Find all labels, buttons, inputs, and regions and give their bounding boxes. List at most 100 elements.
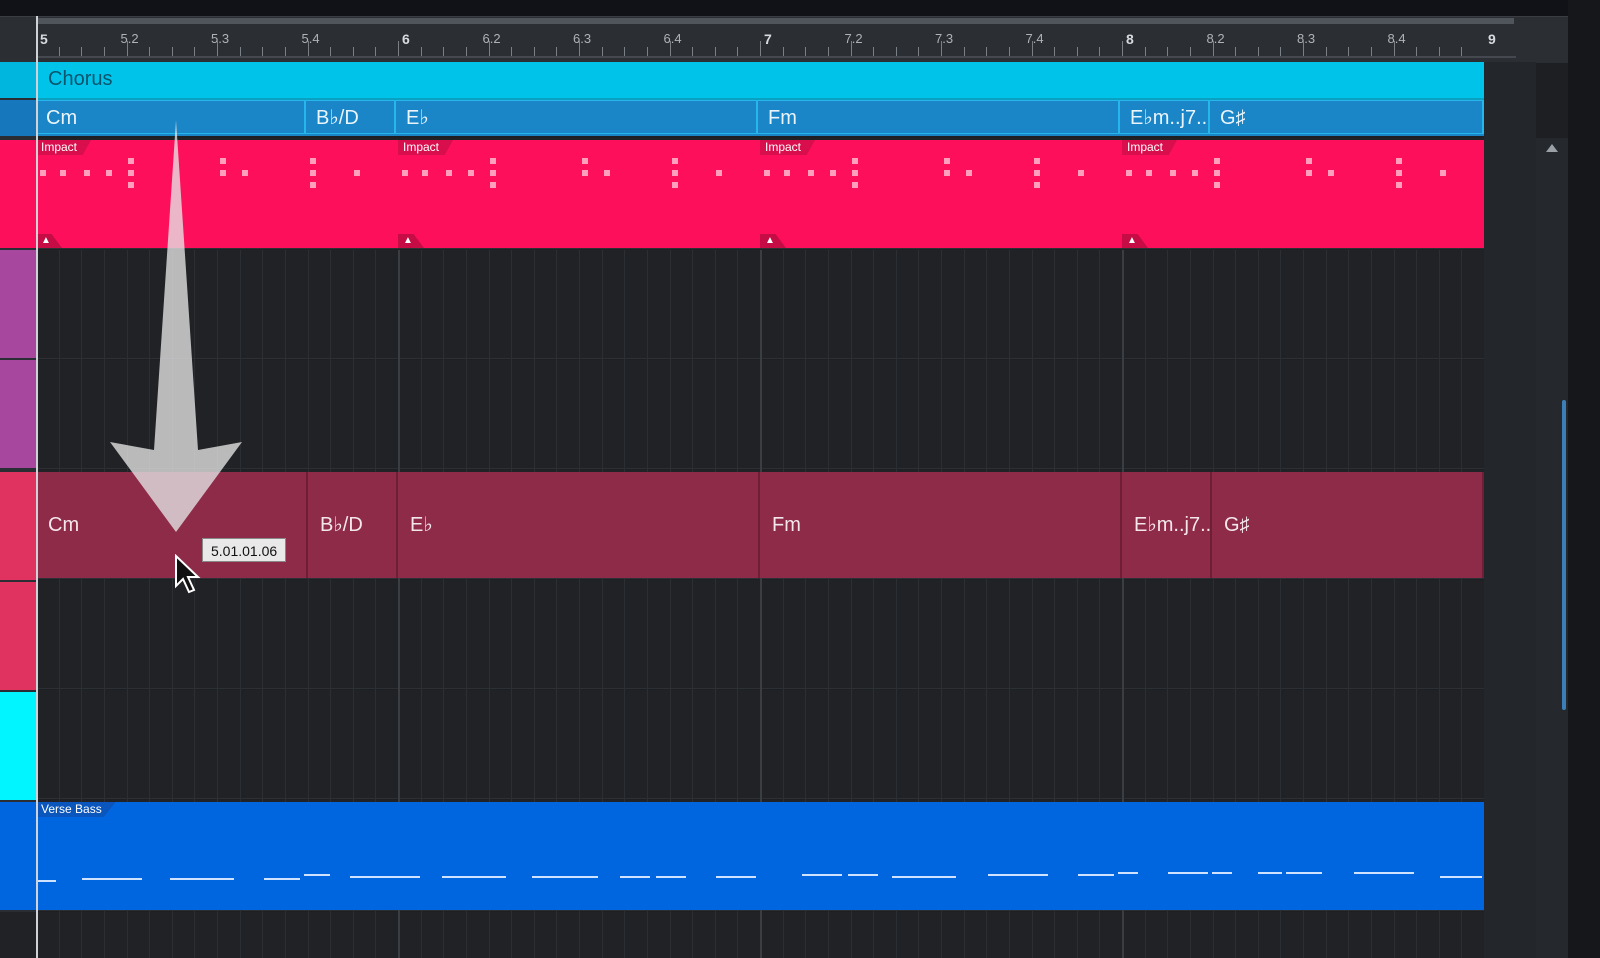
chord-track-segment[interactable]: E♭m..j7.. — [1120, 100, 1210, 134]
bass-note — [848, 874, 878, 876]
chord-track-segment[interactable]: B♭/D — [306, 100, 396, 134]
chord-event[interactable]: G♯ — [1212, 472, 1484, 578]
drum-hit — [310, 158, 316, 164]
ruler-label: 7.3 — [935, 31, 954, 46]
ruler-tick — [1212, 41, 1214, 57]
drum-hit — [354, 170, 360, 176]
track-3-color[interactable] — [0, 250, 36, 358]
drum-hit — [1214, 158, 1220, 164]
arranger-section-chorus[interactable]: Chorus — [36, 62, 1514, 100]
bass-note — [304, 874, 330, 876]
chord-event[interactable]: Fm — [760, 472, 1122, 578]
drum-hit — [310, 170, 316, 176]
drum-hit — [944, 170, 950, 176]
ruler-tick — [398, 41, 399, 57]
chord-event[interactable]: B♭/D — [308, 472, 398, 578]
drum-hit — [1078, 170, 1084, 176]
drum-hit — [808, 170, 814, 176]
bass-note — [442, 876, 506, 878]
drum-hit — [242, 170, 248, 176]
drum-hit — [490, 170, 496, 176]
ruler-tick — [307, 41, 309, 57]
drum-hit — [468, 170, 474, 176]
bass-note — [1286, 872, 1322, 874]
chord-instrument-track-color[interactable] — [0, 472, 36, 580]
ruler-tick — [126, 41, 128, 57]
drum-hit — [1034, 158, 1040, 164]
drum-hit — [582, 170, 588, 176]
ruler-label: 6 — [402, 31, 410, 47]
track-6-color[interactable] — [0, 582, 36, 690]
ruler-label: 8.3 — [1297, 31, 1316, 46]
bass-note — [532, 876, 598, 878]
window-edge — [1568, 0, 1600, 958]
ruler-label: 7.2 — [844, 31, 863, 46]
bass-note — [170, 878, 234, 880]
drum-hit — [40, 170, 46, 176]
drum-event[interactable]: Impact ▲ — [1122, 140, 1484, 248]
drum-hit — [402, 170, 408, 176]
drum-hit — [1214, 170, 1220, 176]
chord-track-segment[interactable]: G♯ — [1210, 100, 1484, 134]
chevron-up-icon[interactable] — [1546, 144, 1558, 152]
loop-range-bar[interactable] — [36, 18, 1514, 24]
chord-track-segment[interactable]: Fm — [758, 100, 1120, 134]
lane-6[interactable] — [36, 580, 1568, 689]
ruler-label: 5.3 — [211, 31, 230, 46]
bass-note — [1212, 872, 1232, 874]
arrange-view: 5 5.2 5.3 5.4 6 6.2 6.3 6.4 7 7.2 7.3 7.4 8 8.2 8.3 8.4… — [0, 0, 1600, 958]
ruler-tick — [217, 41, 218, 57]
bass-note — [36, 880, 56, 882]
drum-hit — [716, 170, 722, 176]
lane-3[interactable] — [36, 250, 1568, 359]
track-7-color[interactable] — [0, 692, 36, 800]
bass-note — [988, 874, 1048, 876]
chord-track-segment[interactable]: E♭ — [396, 100, 758, 134]
bass-event[interactable]: Verse Bass — [36, 802, 1484, 910]
ruler-label: 8.4 — [1387, 31, 1406, 46]
event-name-tag: Impact — [36, 140, 92, 155]
scrollbar-thumb[interactable] — [1562, 400, 1566, 710]
bass-note — [1168, 872, 1208, 874]
chord-track[interactable]: Cm B♭/D E♭ Fm E♭m..j7.. G♯ — [36, 100, 1514, 136]
chord-event[interactable]: E♭ — [398, 472, 760, 578]
drum-hit — [852, 182, 858, 188]
bass-note — [1354, 872, 1414, 874]
drum-hit — [672, 182, 678, 188]
event-name-tag: Impact — [398, 140, 454, 155]
lock-icon: ▲ — [36, 234, 62, 248]
drum-hit — [1034, 170, 1040, 176]
drum-event[interactable]: Impact ▲ — [760, 140, 1122, 248]
ruler-tick — [941, 41, 942, 57]
drum-hit — [784, 170, 790, 176]
ruler-tick — [579, 41, 580, 57]
lane-7[interactable] — [36, 690, 1568, 799]
ruler-tick — [669, 41, 671, 57]
chord-event[interactable]: E♭m..j7.. — [1122, 472, 1212, 578]
drum-hit — [422, 170, 428, 176]
arranger-track-color[interactable] — [0, 62, 36, 98]
event-name-tag: Impact — [760, 140, 816, 155]
bass-note — [1440, 876, 1482, 878]
drum-track-color[interactable] — [0, 140, 36, 248]
track-4-color[interactable] — [0, 360, 36, 468]
bass-note — [264, 878, 300, 880]
ruler-label: 8 — [1126, 31, 1134, 47]
drum-hit — [1440, 170, 1446, 176]
playhead[interactable] — [36, 16, 38, 958]
lane-4[interactable] — [36, 360, 1568, 469]
bass-note — [892, 876, 956, 878]
drum-hit — [446, 170, 452, 176]
drum-hit — [604, 170, 610, 176]
drum-event[interactable]: Impact ▲ — [398, 140, 760, 248]
bass-note — [386, 876, 420, 878]
bass-track-color[interactable] — [0, 802, 36, 910]
drum-hit — [1396, 170, 1402, 176]
arrange-end-area — [1484, 62, 1536, 958]
lane-9[interactable] — [36, 912, 1568, 958]
drum-hit — [1328, 170, 1334, 176]
drum-hit — [672, 158, 678, 164]
chord-track-color[interactable] — [0, 100, 36, 136]
vertical-scrollbar[interactable] — [1536, 138, 1568, 958]
down-arrow-icon — [110, 120, 242, 532]
